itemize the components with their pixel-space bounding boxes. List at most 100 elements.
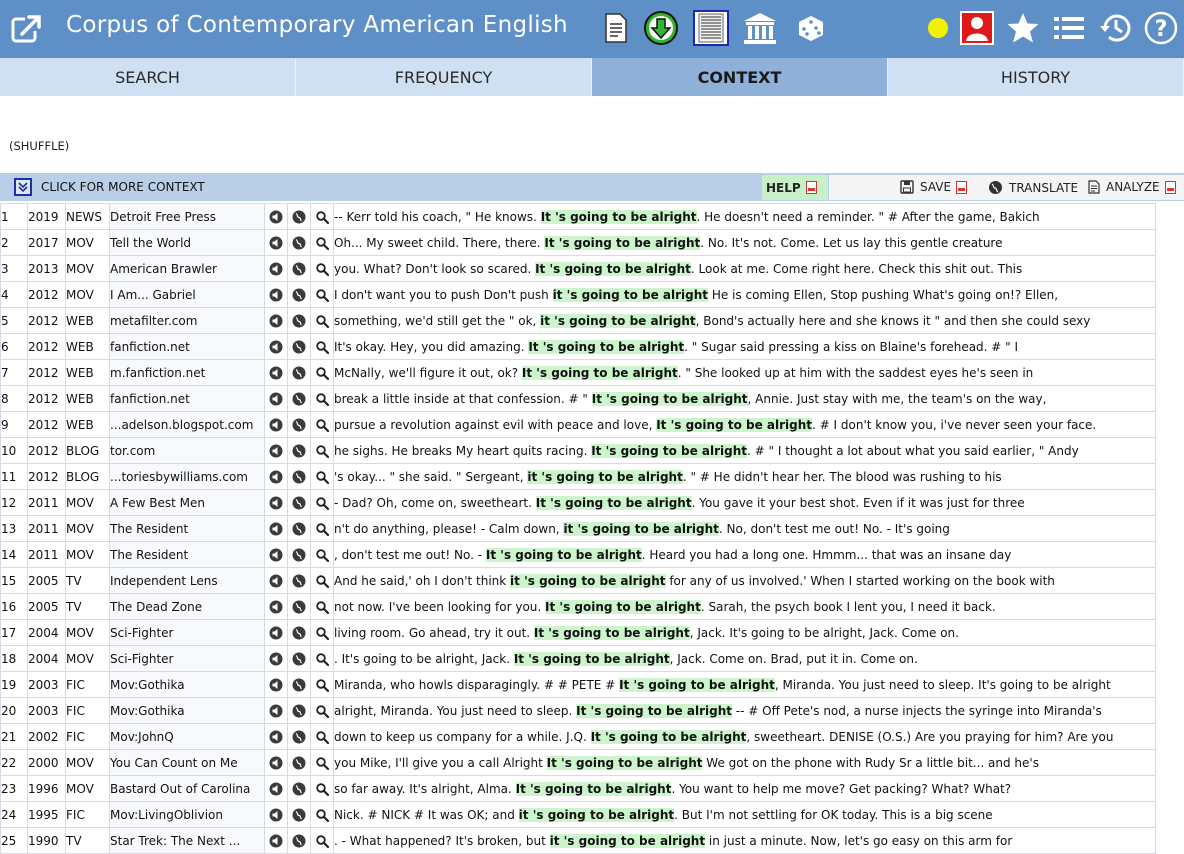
- search-icon[interactable]: [310, 411, 334, 438]
- audio-icon[interactable]: [264, 619, 288, 646]
- audio-icon[interactable]: [264, 801, 288, 828]
- row-source[interactable]: Mov:Gothika: [109, 671, 265, 698]
- audio-icon[interactable]: [264, 671, 288, 698]
- translate-globe-icon[interactable]: [287, 437, 311, 464]
- context-text[interactable]: Miranda, who howls disparagingly. # # PE…: [333, 671, 1156, 698]
- table-row[interactable]: 16 2005 TV The Dead Zone not now. I've been …: [0, 593, 1156, 620]
- row-source[interactable]: You Can Count on Me: [109, 749, 265, 776]
- translate-globe-icon[interactable]: [287, 801, 311, 828]
- help-button[interactable]: HELP: [762, 175, 828, 200]
- context-text[interactable]: 's okay... " she said. " Sergeant, it 's…: [333, 463, 1156, 490]
- search-icon[interactable]: [310, 489, 334, 516]
- row-source[interactable]: Bastard Out of Carolina: [109, 775, 265, 802]
- save-button[interactable]: SAVE: [900, 180, 968, 194]
- table-row[interactable]: 15 2005 TV Independent Lens And he said,' oh…: [0, 567, 1156, 594]
- translate-globe-icon[interactable]: [287, 593, 311, 620]
- context-text[interactable]: he sighs. He breaks My heart quits racin…: [333, 437, 1156, 464]
- tab-frequency[interactable]: FREQUENCY: [296, 58, 592, 96]
- search-icon[interactable]: [310, 307, 334, 334]
- text-page-icon[interactable]: [693, 10, 729, 46]
- dice-icon[interactable]: [793, 10, 829, 46]
- translate-globe-icon[interactable]: [287, 723, 311, 750]
- translate-globe-icon[interactable]: [287, 203, 311, 230]
- table-row[interactable]: 19 2003 FIC Mov:Gothika Miranda, who howls d…: [0, 671, 1156, 698]
- context-text[interactable]: - Dad? Oh, come on, sweetheart. It 's go…: [333, 489, 1156, 516]
- audio-icon[interactable]: [264, 593, 288, 620]
- tab-context[interactable]: CONTEXT: [592, 58, 888, 96]
- search-icon[interactable]: [310, 281, 334, 308]
- table-row[interactable]: 20 2003 FIC Mov:Gothika alright, Miranda. Yo…: [0, 697, 1156, 724]
- search-icon[interactable]: [310, 593, 334, 620]
- audio-icon[interactable]: [264, 307, 288, 334]
- translate-globe-icon[interactable]: [287, 749, 311, 776]
- external-link-icon[interactable]: [10, 12, 44, 46]
- context-text[interactable]: Nick. # NICK # It was OK; and it 's goin…: [333, 801, 1156, 828]
- context-text[interactable]: so far away. It's alright, Alma. It 's g…: [333, 775, 1156, 802]
- table-row[interactable]: 25 1990 TV Star Trek: The Next ... . - What …: [0, 827, 1156, 854]
- audio-icon[interactable]: [264, 775, 288, 802]
- table-row[interactable]: 11 2012 BLOG ...toriesbywilliams.com 's okay…: [0, 463, 1156, 490]
- star-icon[interactable]: [1005, 10, 1041, 46]
- search-icon[interactable]: [310, 723, 334, 750]
- audio-icon[interactable]: [264, 541, 288, 568]
- row-source[interactable]: The Resident: [109, 541, 265, 568]
- table-row[interactable]: 14 2011 MOV The Resident , don't test me out…: [0, 541, 1156, 568]
- audio-icon[interactable]: [264, 411, 288, 438]
- translate-globe-icon[interactable]: [287, 255, 311, 282]
- audio-icon[interactable]: [264, 489, 288, 516]
- context-text[interactable]: alright, Miranda. You just need to sleep…: [333, 697, 1156, 724]
- context-text[interactable]: n't do anything, please! - Calm down, it…: [333, 515, 1156, 542]
- analyze-button[interactable]: ANALYZE: [1088, 180, 1176, 194]
- audio-icon[interactable]: [264, 463, 288, 490]
- audio-icon[interactable]: [264, 697, 288, 724]
- table-row[interactable]: 21 2002 FIC Mov:JohnQ down to keep us compan…: [0, 723, 1156, 750]
- row-source[interactable]: A Few Best Men: [109, 489, 265, 516]
- translate-globe-icon[interactable]: [287, 307, 311, 334]
- translate-globe-icon[interactable]: [287, 281, 311, 308]
- context-text[interactable]: And he said,' oh I don't think it 's goi…: [333, 567, 1156, 594]
- table-row[interactable]: 23 1996 MOV Bastard Out of Carolina so far a…: [0, 775, 1156, 802]
- audio-icon[interactable]: [264, 359, 288, 386]
- translate-globe-icon[interactable]: [287, 385, 311, 412]
- table-row[interactable]: 13 2011 MOV The Resident n't do anything, pl…: [0, 515, 1156, 542]
- shuffle-link[interactable]: (SHUFFLE): [9, 139, 69, 153]
- row-source[interactable]: Mov:Gothika: [109, 697, 265, 724]
- context-text[interactable]: I don't want you to push Don't push it '…: [333, 281, 1156, 308]
- audio-icon[interactable]: [264, 229, 288, 256]
- row-source[interactable]: Sci-Fighter: [109, 645, 265, 672]
- row-source[interactable]: Mov:LivingOblivion: [109, 801, 265, 828]
- translate-globe-icon[interactable]: [287, 489, 311, 516]
- row-source[interactable]: fanfiction.net: [109, 333, 265, 360]
- translate-globe-icon[interactable]: [287, 541, 311, 568]
- context-text[interactable]: . It's going to be alright, Jack. It 's …: [333, 645, 1156, 672]
- row-source[interactable]: Star Trek: The Next ...: [109, 827, 265, 854]
- search-icon[interactable]: [310, 671, 334, 698]
- search-icon[interactable]: [310, 619, 334, 646]
- context-text[interactable]: something, we'd still get the " ok, it '…: [333, 307, 1156, 334]
- audio-icon[interactable]: [264, 827, 288, 854]
- search-icon[interactable]: [310, 749, 334, 776]
- more-context-label[interactable]: CLICK FOR MORE CONTEXT: [41, 180, 205, 194]
- context-text[interactable]: It's okay. Hey, you did amazing. It 's g…: [333, 333, 1156, 360]
- audio-icon[interactable]: [264, 437, 288, 464]
- table-row[interactable]: 9 2012 WEB ...adelson.blogspot.com pursue a …: [0, 411, 1156, 438]
- context-text[interactable]: not now. I've been looking for you. It '…: [333, 593, 1156, 620]
- translate-globe-icon[interactable]: [287, 515, 311, 542]
- museum-icon[interactable]: [742, 10, 778, 46]
- row-source[interactable]: The Dead Zone: [109, 593, 265, 620]
- translate-globe-icon[interactable]: [287, 697, 311, 724]
- row-source[interactable]: ...toriesbywilliams.com: [109, 463, 265, 490]
- translate-globe-icon[interactable]: [287, 411, 311, 438]
- row-source[interactable]: American Brawler: [109, 255, 265, 282]
- search-icon[interactable]: [310, 463, 334, 490]
- table-row[interactable]: 5 2012 WEB metafilter.com something, we'd st…: [0, 307, 1156, 334]
- context-text[interactable]: living room. Go ahead, try it out. It 's…: [333, 619, 1156, 646]
- row-source[interactable]: metafilter.com: [109, 307, 265, 334]
- translate-globe-icon[interactable]: [287, 463, 311, 490]
- context-text[interactable]: McNally, we'll figure it out, ok? It 's …: [333, 359, 1156, 386]
- context-text[interactable]: Oh... My sweet child. There, there. It '…: [333, 229, 1156, 256]
- table-row[interactable]: 3 2013 MOV American Brawler you. What? Don't…: [0, 255, 1156, 282]
- row-source[interactable]: I Am... Gabriel: [109, 281, 265, 308]
- context-text[interactable]: you Mike, I'll give you a call Alright I…: [333, 749, 1156, 776]
- search-icon[interactable]: [310, 385, 334, 412]
